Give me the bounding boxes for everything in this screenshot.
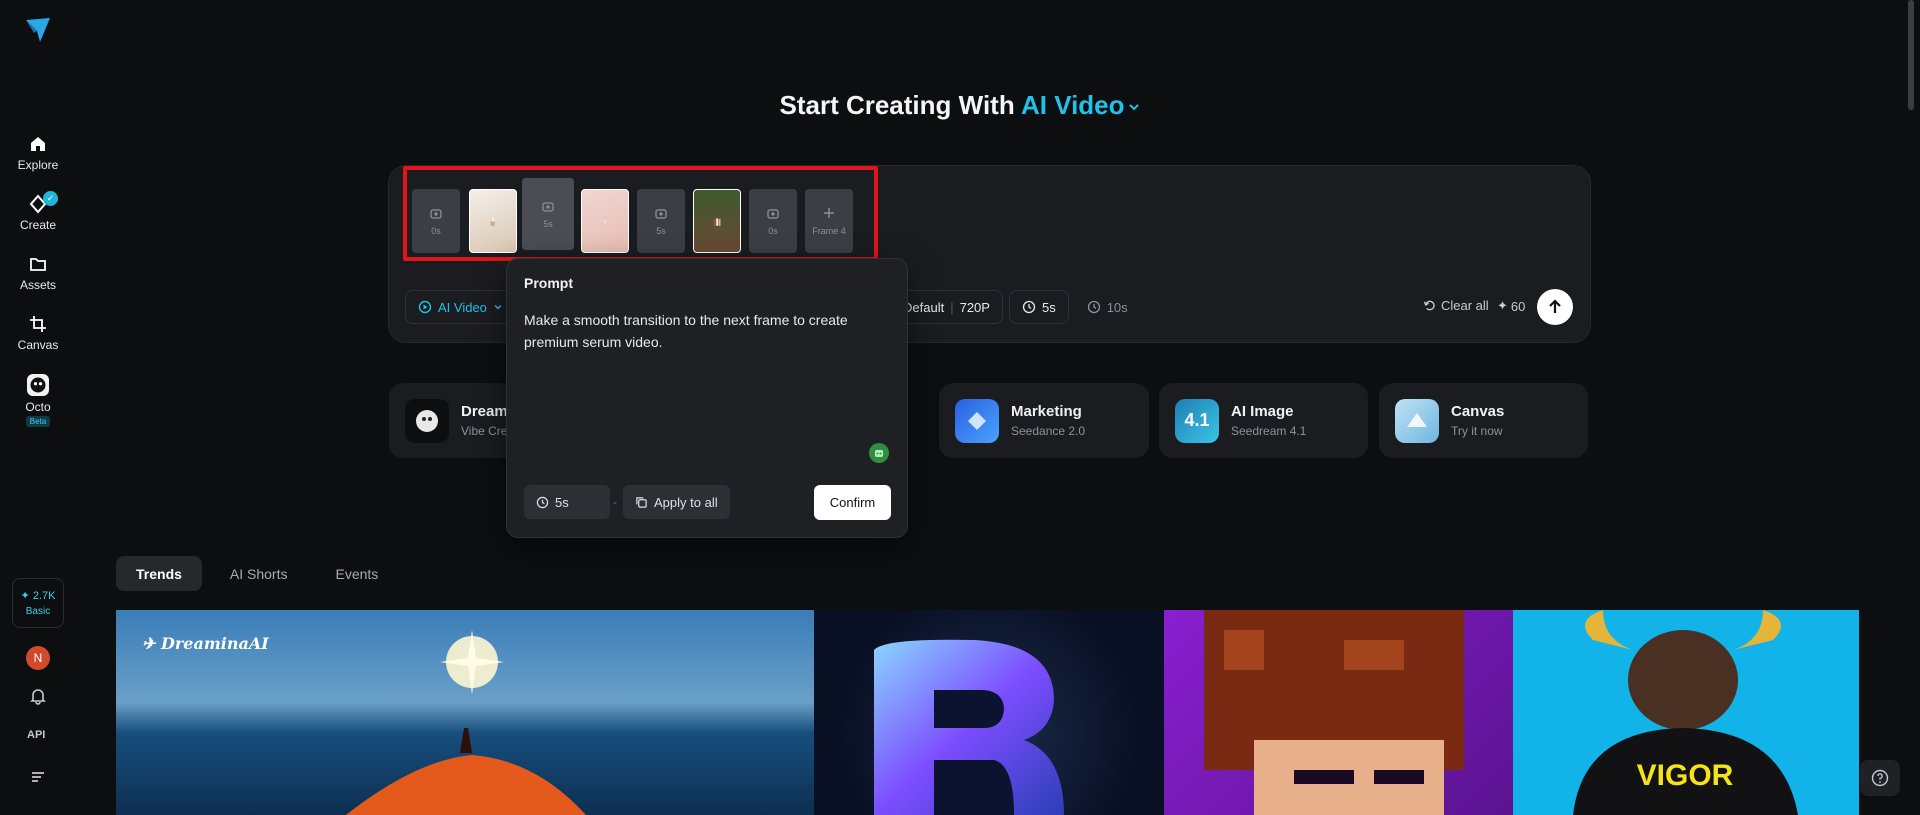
plan-label: Basic: [25, 606, 51, 617]
arrow-up-icon: [1549, 299, 1561, 313]
frame-thumbnail[interactable]: [469, 189, 517, 253]
copy-icon: [636, 496, 647, 508]
bell-icon[interactable]: [28, 686, 48, 706]
clock-icon: [1087, 300, 1100, 314]
apply-to-all-button[interactable]: Apply to all: [623, 485, 730, 519]
sidebar-item-canvas[interactable]: Canvas: [17, 314, 59, 352]
undo-icon: [1423, 300, 1435, 311]
sidebar-item-label: Assets: [19, 278, 56, 292]
credits-amount: ✦ 2.7K: [20, 590, 56, 602]
help-icon: [1871, 769, 1889, 787]
credits-widget[interactable]: ✦ 2.7K Basic: [12, 578, 64, 628]
frame-slot[interactable]: 0s: [412, 189, 460, 253]
card-marketing[interactable]: Marketing Seedance 2.0: [939, 383, 1149, 458]
prompt-popover: Prompt Make a smooth transition to the n…: [506, 258, 908, 538]
assistant-bot-icon[interactable]: [869, 443, 889, 463]
frame-slot[interactable]: 0s: [749, 189, 797, 253]
frame-duration: 5s: [656, 226, 666, 236]
tab-trends[interactable]: Trends: [116, 556, 202, 591]
frame-duration: 5s: [543, 219, 553, 229]
ai-image-icon: 4.1: [1175, 398, 1219, 443]
upload-icon: [767, 209, 779, 219]
chevron-down-icon: [1128, 104, 1139, 111]
ocean-island-image: [346, 630, 586, 815]
avatar[interactable]: N: [26, 646, 50, 670]
sidebar-item-label: Canvas: [17, 338, 59, 352]
confirm-button[interactable]: Confirm: [814, 485, 891, 520]
controls-left: AI Video: [405, 290, 516, 324]
serum-tubes-image: [713, 218, 721, 226]
frame-slot[interactable]: 5s: [637, 189, 685, 253]
duration-5s-button[interactable]: 5s: [1008, 290, 1069, 324]
create-check-badge: ✓: [43, 191, 59, 206]
card-canvas[interactable]: Canvas Try it now: [1379, 383, 1588, 458]
upload-icon: [655, 209, 667, 219]
balloon-letter-b-image: [874, 639, 1064, 815]
frame-slot-active[interactable]: 5s: [522, 178, 574, 250]
sidebar-item-label: Create: [19, 218, 57, 232]
dreamina-agent-icon: [405, 398, 449, 443]
canvas-card-icon: [1395, 398, 1439, 443]
gallery-item[interactable]: [814, 610, 1164, 815]
gallery-item[interactable]: [1164, 610, 1513, 815]
prompt-textarea[interactable]: Make a smooth transition to the next fra…: [524, 309, 894, 353]
frame-thumbnail[interactable]: [581, 189, 629, 253]
sidebar-nav: Explore ✓ Create Assets Canvas Octo Beta: [0, 134, 76, 427]
controls-right: Default | 720P 5s 10s: [890, 290, 1140, 324]
plus-icon: [824, 208, 834, 218]
add-frame-button[interactable]: Frame 4: [805, 189, 853, 253]
sidebar-item-label: Explore: [17, 158, 59, 172]
serum-dropper-image: [604, 217, 607, 224]
mode-dropdown[interactable]: AI Video: [405, 290, 516, 324]
sparkle-icon: ✦: [1497, 298, 1508, 313]
tab-ai-shorts[interactable]: AI Shorts: [210, 556, 308, 591]
pixel-art-character-image: [1204, 610, 1464, 815]
home-icon: [31, 137, 45, 151]
gallery-tabs: Trends AI Shorts Events: [116, 556, 398, 591]
sidebar-item-explore[interactable]: Explore: [17, 134, 59, 172]
add-frame-label: Frame 4: [812, 226, 846, 236]
frame-duration-select[interactable]: 5s: [524, 485, 610, 519]
chevron-down-icon: [494, 304, 502, 310]
video-mode-icon: [418, 300, 432, 314]
generate-button[interactable]: [1537, 289, 1573, 325]
canvas-crop-icon: [30, 316, 46, 332]
page-title: Start Creating With AI Video: [0, 90, 1920, 121]
serum-hand-image: [490, 216, 496, 227]
credit-cost: ✦ 60: [1497, 298, 1526, 314]
upload-icon: [542, 202, 554, 212]
frame-duration: 0s: [431, 226, 441, 236]
octo-icon: [27, 374, 49, 396]
tab-events[interactable]: Events: [316, 556, 399, 591]
clear-all-button[interactable]: Clear all: [1423, 298, 1489, 313]
dreamina-logo-icon[interactable]: [24, 16, 52, 44]
folder-icon: [30, 258, 46, 271]
beta-badge: Beta: [25, 416, 51, 427]
clock-icon: [536, 496, 549, 508]
gallery-item[interactable]: VIGOR: [1513, 610, 1859, 815]
bull-character-image: VIGOR: [1573, 610, 1798, 815]
card-ai-image[interactable]: 4.1 AI Image Seedream 4.1: [1159, 383, 1368, 458]
sidebar-item-assets[interactable]: Assets: [20, 254, 56, 292]
help-button[interactable]: [1860, 760, 1900, 796]
duration-10s-button[interactable]: 10s: [1075, 290, 1140, 324]
mode-selector[interactable]: AI Video: [1021, 90, 1141, 120]
upload-icon: [430, 209, 442, 219]
marketing-icon: [955, 398, 999, 443]
sidebar: Explore ✓ Create Assets Canvas Octo Beta…: [0, 0, 76, 815]
api-link[interactable]: API: [27, 729, 45, 741]
clock-icon: [1022, 300, 1036, 314]
frame-duration: 0s: [768, 226, 778, 236]
gallery-item[interactable]: ✈ DreaminaAI: [116, 610, 814, 815]
resolution-value: 720P: [959, 299, 990, 315]
trends-gallery: ✈ DreaminaAI VIGOR: [116, 610, 1860, 815]
frame-thumbnail[interactable]: [693, 189, 741, 253]
svg-text:VIGOR: VIGOR: [1637, 759, 1734, 792]
prompt-title: Prompt: [524, 275, 573, 291]
menu-icon[interactable]: [29, 768, 47, 786]
sidebar-item-create[interactable]: ✓ Create: [19, 191, 59, 232]
sidebar-item-label: Octo: [25, 400, 51, 414]
separator: -: [613, 495, 617, 509]
sidebar-item-octo[interactable]: Octo Beta: [25, 374, 51, 427]
